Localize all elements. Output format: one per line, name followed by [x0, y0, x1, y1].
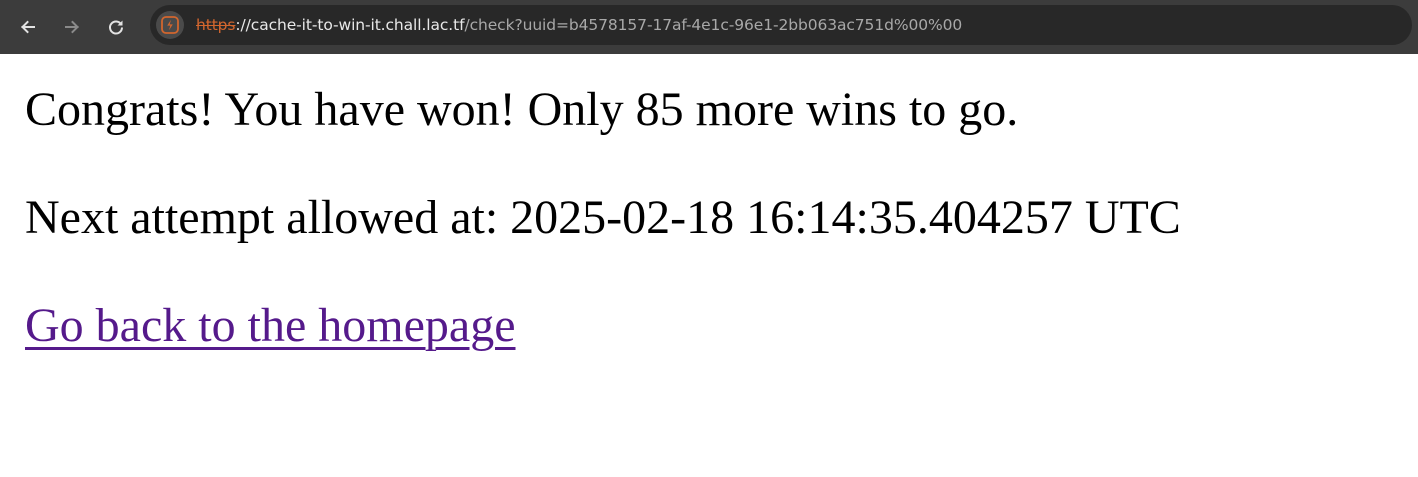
- next-attempt-message: Next attempt allowed at: 2025-02-18 16:1…: [25, 191, 1181, 244]
- reload-icon: [109, 20, 123, 35]
- reload-button[interactable]: [98, 9, 134, 45]
- arrow-right-icon: [65, 20, 79, 34]
- forward-button[interactable]: [54, 9, 90, 45]
- site-info-button[interactable]: [156, 11, 184, 39]
- not-secure-icon: [161, 16, 179, 34]
- url-scheme: https: [196, 16, 236, 34]
- congrats-message: Congrats! You have won! Only 85 more win…: [25, 83, 1019, 136]
- browser-toolbar: https://cache-it-to-win-it.chall.lac.tf/…: [0, 0, 1418, 54]
- arrow-left-icon: [21, 20, 35, 34]
- address-bar[interactable]: https://cache-it-to-win-it.chall.lac.tf/…: [150, 5, 1412, 45]
- url-text[interactable]: https://cache-it-to-win-it.chall.lac.tf/…: [196, 16, 962, 34]
- url-path: /check?uuid=b4578157-17af-4e1c-96e1-2bb0…: [464, 16, 963, 34]
- homepage-link[interactable]: Go back to the homepage: [25, 302, 516, 350]
- back-button[interactable]: [10, 9, 46, 45]
- url-host: ://cache-it-to-win-it.chall.lac.tf: [235, 16, 465, 34]
